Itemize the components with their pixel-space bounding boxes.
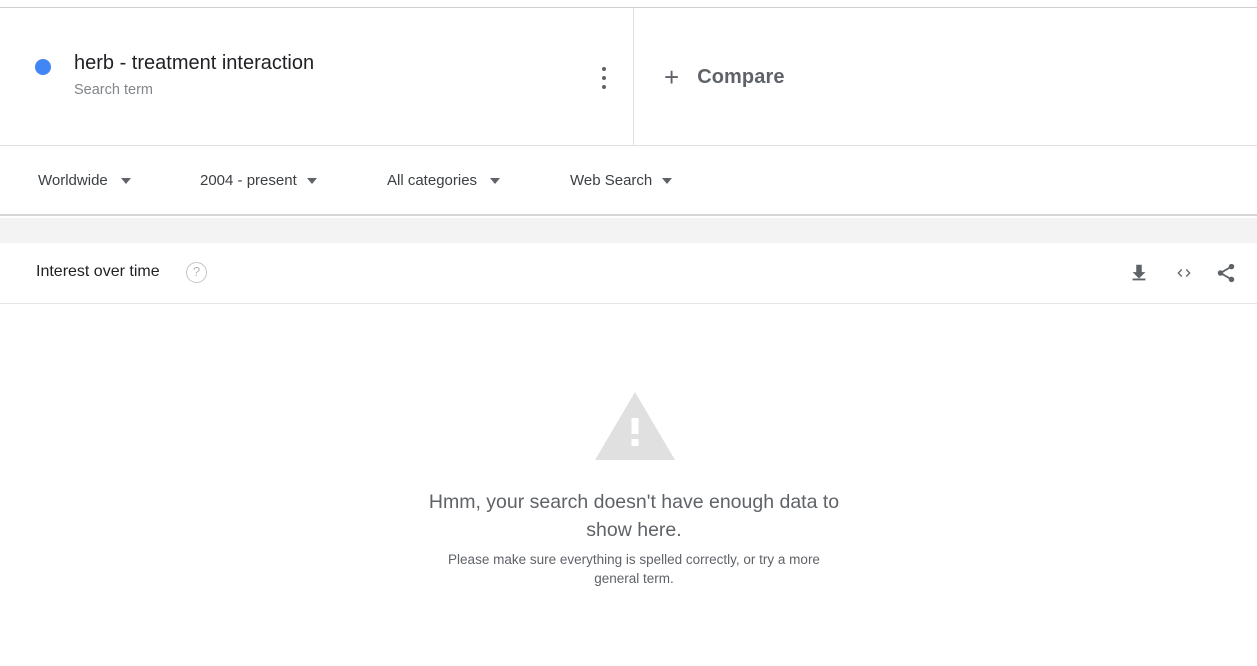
dropdown-arrow-icon — [490, 177, 501, 184]
region-dropdown[interactable]: Worldwide — [38, 172, 131, 189]
category-label: All categories — [387, 172, 478, 189]
more-vert-icon[interactable] — [594, 65, 614, 91]
embed-icon[interactable] — [1173, 262, 1195, 284]
no-data-message: Hmm, your search doesn't have enough dat… — [428, 491, 840, 541]
search-type-dropdown[interactable]: Web Search — [570, 172, 673, 189]
top-divider — [0, 0, 1257, 8]
explore-terms-bar: herb - treatment interaction Search term… — [0, 8, 1257, 146]
interest-over-time-title: Interest over time — [36, 263, 160, 280]
dropdown-arrow-icon — [662, 177, 673, 184]
search-type-label: Web Search — [570, 172, 653, 189]
share-icon[interactable] — [1215, 262, 1237, 284]
category-dropdown[interactable]: All categories — [387, 172, 501, 189]
time-range-dropdown[interactable]: 2004 - present — [200, 172, 317, 189]
empty-state: Hmm, your search doesn't have enough dat… — [0, 304, 1257, 666]
no-data-hint: Please make sure everything is spelled c… — [448, 552, 820, 586]
help-icon[interactable]: ? — [186, 262, 207, 283]
compare-label: Compare — [697, 65, 785, 88]
time-range-label: 2004 - present — [200, 172, 297, 189]
region-label: Worldwide — [38, 172, 108, 189]
search-term-card[interactable]: herb - treatment interaction Search term — [0, 8, 634, 145]
plus-icon: + — [664, 62, 680, 92]
section-gap — [0, 218, 1257, 243]
compare-button[interactable]: + Compare — [664, 64, 785, 90]
search-term-name[interactable]: herb - treatment interaction — [74, 52, 314, 75]
series-color-dot — [35, 59, 51, 75]
warning-icon — [595, 392, 675, 460]
dropdown-arrow-icon — [306, 177, 317, 184]
search-term-type: Search term — [74, 82, 153, 98]
download-icon[interactable] — [1128, 262, 1150, 284]
filter-bar: Worldwide 2004 - present All categories … — [0, 146, 1257, 216]
interest-over-time-header: Interest over time ? — [0, 243, 1257, 304]
dropdown-arrow-icon — [120, 177, 131, 184]
